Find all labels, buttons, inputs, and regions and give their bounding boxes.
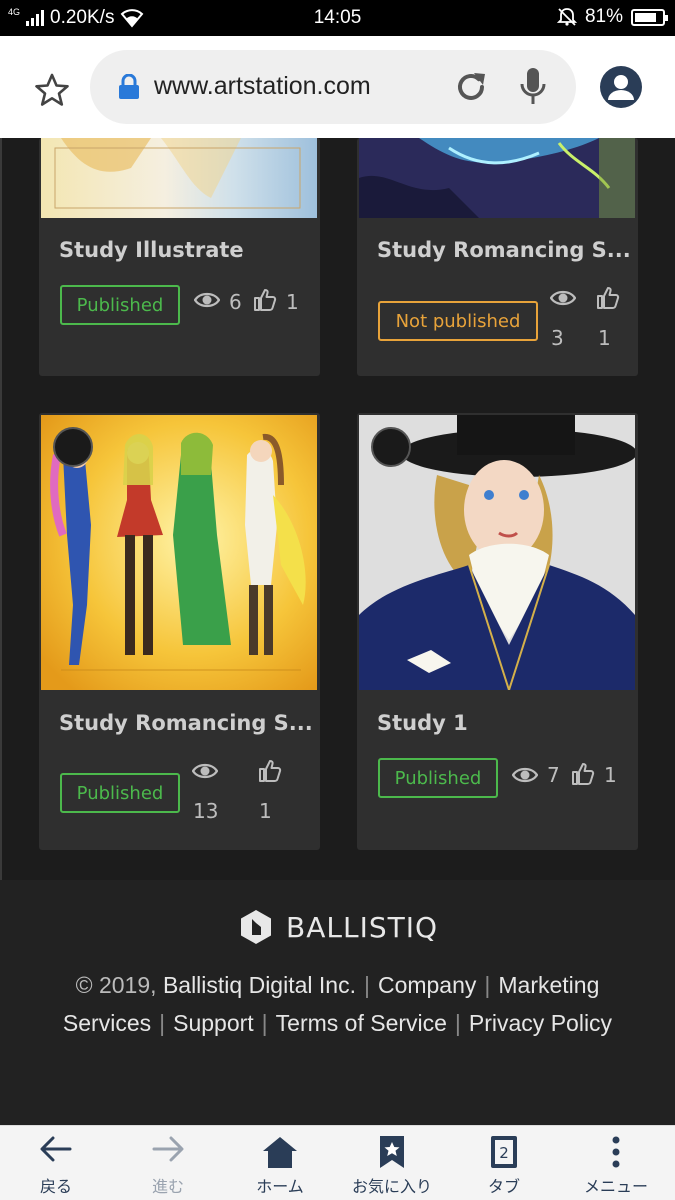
status-badge: Not published	[378, 301, 538, 341]
tab-count: 2	[499, 1144, 509, 1162]
views-icon	[192, 763, 218, 779]
menu-dots-icon	[612, 1136, 620, 1168]
address-bar[interactable]: www.artstation.com	[90, 50, 576, 124]
brand-name: BALLISTIQ	[286, 910, 438, 944]
microphone-icon[interactable]	[518, 66, 548, 108]
status-badge: Published	[60, 773, 180, 813]
separator: |	[363, 972, 370, 998]
likes-icon	[572, 763, 595, 785]
profile-avatar-icon[interactable]	[600, 66, 642, 108]
battery-percent: 81%	[584, 6, 623, 27]
views-icon	[194, 292, 220, 308]
home-icon	[263, 1137, 297, 1168]
select-checkbox[interactable]	[53, 427, 93, 467]
artwork-title[interactable]: Study Illustrate	[59, 238, 244, 262]
nav-label: 進む	[151, 1177, 184, 1196]
likes-count: 1	[604, 763, 617, 787]
tabs-icon: 2	[491, 1136, 517, 1168]
footer-links: © 2019, Ballistiq Digital Inc. | Company | M…	[40, 966, 635, 1042]
privacy-policy-link[interactable]: Privacy Policy	[469, 1010, 612, 1036]
page-footer: BALLISTIQ © 2019, Ballistiq Digital Inc.…	[0, 880, 675, 1125]
views-count: 13	[193, 799, 219, 823]
bookmark-star-outline-icon[interactable]	[28, 66, 76, 114]
page-edge-divider	[0, 138, 2, 968]
nav-label: お気に入り	[351, 1177, 432, 1196]
browser-bottom-nav: 戻る 進む ホーム お気に入り 2 タブ メニュー	[0, 1125, 675, 1200]
artwork-card[interactable]: Study Illustrate Published 6 1	[39, 138, 320, 376]
reload-icon[interactable]	[452, 68, 490, 106]
ballistiq-logo[interactable]: BALLISTIQ	[238, 908, 438, 946]
back-arrow-icon	[40, 1136, 72, 1162]
nav-label: タブ	[487, 1177, 520, 1196]
nav-label: メニュー	[583, 1177, 648, 1196]
artwork-thumbnail[interactable]	[41, 138, 317, 218]
support-link[interactable]: Support	[173, 1010, 254, 1036]
artwork-card[interactable]: Study 1 Published 7 1	[357, 413, 638, 850]
company-name-link[interactable]: Ballistiq Digital Inc.	[163, 972, 356, 998]
views-count: 3	[551, 326, 564, 350]
status-badge: Published	[60, 285, 180, 325]
separator: |	[454, 1010, 461, 1036]
status-bar: 4G 0.20K/s 14:05 81%	[0, 0, 675, 36]
nav-tabs[interactable]: 2 タブ	[448, 1126, 560, 1200]
nav-label: 戻る	[39, 1177, 72, 1196]
likes-count: 1	[259, 799, 272, 823]
views-count: 6	[229, 290, 242, 314]
likes-count: 1	[598, 326, 611, 350]
nav-home[interactable]: ホーム	[224, 1126, 336, 1200]
likes-icon	[254, 289, 277, 311]
artwork-thumbnail[interactable]	[359, 138, 635, 218]
nav-forward[interactable]: 進む	[112, 1126, 224, 1200]
nav-back[interactable]: 戻る	[0, 1126, 112, 1200]
ballistiq-logo-icon	[241, 910, 271, 944]
separator: |	[261, 1010, 268, 1036]
likes-icon	[597, 287, 620, 309]
artwork-card[interactable]: Study Romancing S... Not published 3 1	[357, 138, 638, 376]
likes-icon	[259, 760, 282, 782]
lock-icon	[119, 74, 139, 99]
artwork-title[interactable]: Study 1	[377, 711, 468, 735]
browser-toolbar: www.artstation.com	[0, 36, 675, 138]
forward-arrow-icon	[152, 1136, 184, 1162]
artwork-title[interactable]: Study Romancing S...	[59, 711, 313, 735]
copyright-text: © 2019,	[75, 972, 157, 998]
nav-menu[interactable]: メニュー	[560, 1126, 672, 1200]
artwork-title[interactable]: Study Romancing S...	[377, 238, 631, 262]
battery-icon	[631, 8, 668, 26]
select-checkbox[interactable]	[371, 427, 411, 467]
status-badge: Published	[378, 758, 498, 798]
bookmark-star-icon	[380, 1136, 404, 1168]
separator: |	[484, 972, 491, 998]
company-link[interactable]: Company	[378, 972, 476, 998]
views-icon	[512, 767, 538, 783]
views-icon	[550, 290, 576, 306]
url-text[interactable]: www.artstation.com	[154, 72, 371, 101]
separator: |	[159, 1010, 166, 1036]
alarm-off-icon	[556, 8, 577, 26]
views-count: 7	[547, 763, 560, 787]
artwork-card[interactable]: Study Romancing S... Published 13 1	[39, 413, 320, 850]
nav-favorites[interactable]: お気に入り	[336, 1126, 448, 1200]
nav-label: ホーム	[256, 1177, 304, 1196]
terms-of-service-link[interactable]: Terms of Service	[276, 1010, 447, 1036]
likes-count: 1	[286, 290, 299, 314]
